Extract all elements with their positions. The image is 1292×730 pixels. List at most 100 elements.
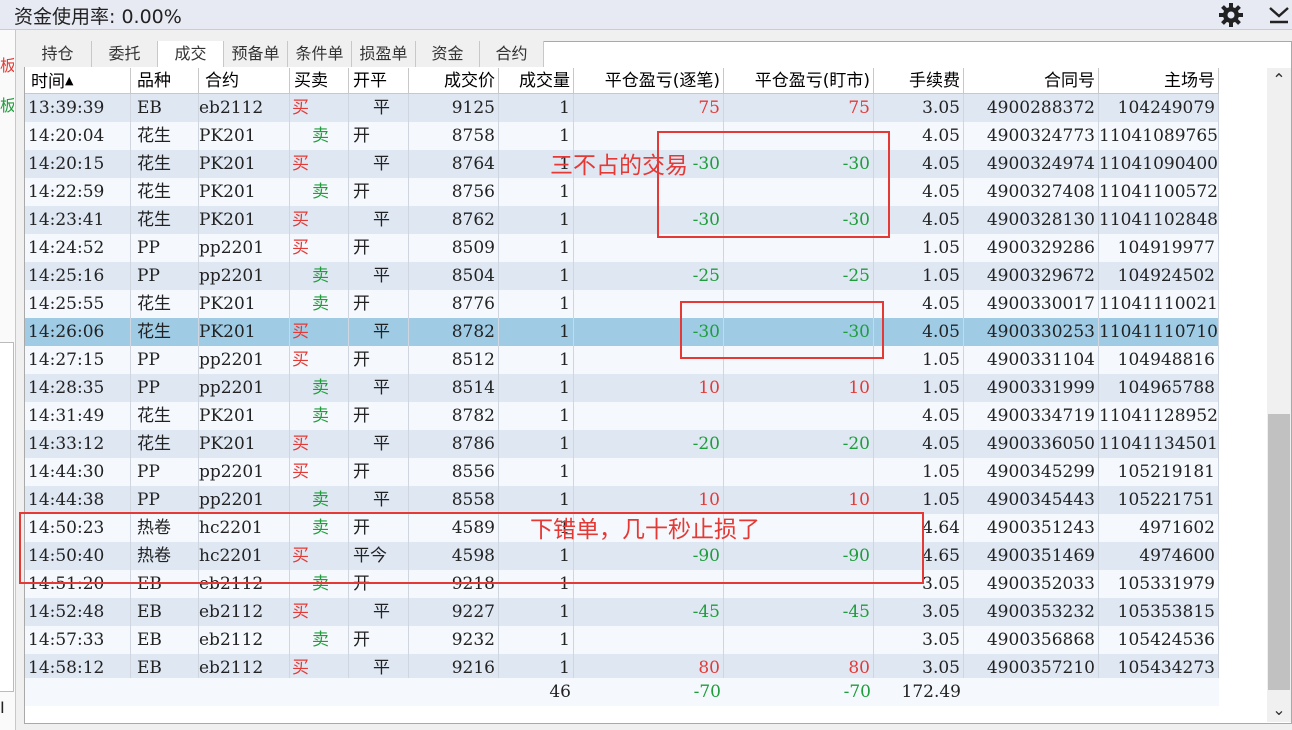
left-mark-1: 板 xyxy=(0,56,14,75)
cell-side: 买 xyxy=(290,234,349,262)
cell-product: EB xyxy=(131,626,199,654)
cell-openclose: 开 xyxy=(349,122,409,150)
cell-qty: 1 xyxy=(499,262,574,290)
cell-openclose: 开 xyxy=(349,234,409,262)
cell-time: 14:22:59 xyxy=(25,178,131,206)
table-row[interactable]: 14:44:30 PP pp2201 买开 8556 1 1.05 4900345299 105… xyxy=(25,458,1219,486)
cell-qty: 1 xyxy=(499,346,574,374)
table-row[interactable]: 13:39:39 EB eb2112 买平 9125 1 75 75 3.05 490028837… xyxy=(25,94,1219,122)
cell-contract-no: 4900351243 xyxy=(964,514,1099,542)
cell-price: 9125 xyxy=(409,94,499,122)
cell-contract: eb2112 xyxy=(199,598,290,626)
cell-price: 8504 xyxy=(409,262,499,290)
left-mark-3: I xyxy=(0,698,5,717)
col-price[interactable]: 成交价 xyxy=(409,68,499,94)
chevron-down-icon[interactable] xyxy=(1266,1,1292,27)
cell-contract: PK201 xyxy=(199,402,290,430)
cell-pnl-trade xyxy=(574,402,724,430)
col-fee[interactable]: 手续费 xyxy=(874,68,964,94)
cell-time: 14:20:15 xyxy=(25,150,131,178)
cell-side: 买 xyxy=(290,458,349,486)
gear-icon[interactable] xyxy=(1218,2,1244,28)
col-openclose[interactable]: 开平 xyxy=(349,68,409,94)
cell-contract: PK201 xyxy=(199,178,290,206)
cell-contract: pp2201 xyxy=(199,486,290,514)
tab-fills[interactable]: 成交 xyxy=(158,41,224,67)
col-side[interactable]: 买卖 xyxy=(290,68,349,94)
table-row[interactable]: 14:25:16 PP pp2201 卖平 8504 1 -25 -25 1.05 4900329… xyxy=(25,262,1219,290)
cell-side: 买 xyxy=(290,318,349,346)
vertical-scrollbar[interactable]: ⌃ ⌄ xyxy=(1267,68,1291,722)
tab-funds[interactable]: 资金 xyxy=(416,41,480,67)
cell-pnl-mtm xyxy=(724,234,874,262)
table-row[interactable]: 14:23:41 花生 PK201 买平 8762 1 -30 -30 4.05 49003281… xyxy=(25,206,1219,234)
chevron-up-icon[interactable]: ⌃ xyxy=(1267,68,1291,92)
cell-product: 花生 xyxy=(131,430,199,458)
cell-product: 花生 xyxy=(131,178,199,206)
cell-exchange-no: 105219181 xyxy=(1099,458,1219,486)
cell-qty: 1 xyxy=(499,374,574,402)
col-pnl-trade[interactable]: 平仓盈亏(逐笔) xyxy=(574,68,724,94)
tab-conditional[interactable]: 条件单 xyxy=(288,41,352,67)
table-row[interactable]: 14:57:33 EB eb2112 卖开 9232 1 3.05 4900356868 105… xyxy=(25,626,1219,654)
cell-contract-no: 4900331104 xyxy=(964,346,1099,374)
cell-openclose: 平 xyxy=(349,430,409,458)
table-row[interactable]: 14:33:12 花生 PK201 买平 8786 1 -20 -20 4.05 49003360… xyxy=(25,430,1219,458)
table-row[interactable]: 14:26:06 花生 PK201 买平 8782 1 -30 -30 4.05 49003302… xyxy=(25,318,1219,346)
cell-contract: PK201 xyxy=(199,122,290,150)
tab-positions[interactable]: 持仓 xyxy=(24,41,92,67)
annotation-note-2: 下错单，几十秒止损了 xyxy=(530,517,760,543)
cell-contract-no: 4900330017 xyxy=(964,290,1099,318)
table-row[interactable]: 14:22:59 花生 PK201 卖开 8756 1 4.05 4900327408 1104… xyxy=(25,178,1219,206)
cell-fee: 1.05 xyxy=(874,374,964,402)
table-row[interactable]: 14:27:15 PP pp2201 买开 8512 1 1.05 4900331104 104… xyxy=(25,346,1219,374)
col-qty[interactable]: 成交量 xyxy=(499,68,574,94)
cell-pnl-mtm: -20 xyxy=(724,430,874,458)
cell-contract-no: 4900334719 xyxy=(964,402,1099,430)
chevron-down-icon[interactable]: ⌄ xyxy=(1267,698,1291,722)
table-row[interactable]: 14:52:48 EB eb2112 买平 9227 1 -45 -45 3.05 4900353… xyxy=(25,598,1219,626)
cell-price: 8764 xyxy=(409,150,499,178)
cell-side: 卖 xyxy=(290,262,349,290)
cell-pnl-trade xyxy=(574,458,724,486)
cell-openclose: 平 xyxy=(349,486,409,514)
col-contract-no[interactable]: 合同号 xyxy=(964,68,1099,94)
scrollbar-thumb[interactable] xyxy=(1268,414,1290,690)
cell-contract: pp2201 xyxy=(199,374,290,402)
cell-pnl-mtm: -25 xyxy=(724,262,874,290)
table-row[interactable]: 14:25:55 花生 PK201 卖开 8776 1 4.05 4900330017 1104… xyxy=(25,290,1219,318)
table-row[interactable]: 14:31:49 花生 PK201 卖开 8782 1 4.05 4900334719 1104… xyxy=(25,402,1219,430)
cell-openclose: 平 xyxy=(349,374,409,402)
cell-time: 14:25:16 xyxy=(25,262,131,290)
table-row[interactable]: 14:28:35 PP pp2201 卖平 8514 1 10 10 1.05 490033199… xyxy=(25,374,1219,402)
cell-exchange-no: 104919977 xyxy=(1099,234,1219,262)
cell-contract-no: 4900356868 xyxy=(964,626,1099,654)
cell-fee: 3.05 xyxy=(874,94,964,122)
cell-time: 14:26:06 xyxy=(25,318,131,346)
col-time[interactable]: 时间▲ xyxy=(25,68,131,94)
cell-openclose: 开 xyxy=(349,402,409,430)
col-pnl-mtm[interactable]: 平仓盈亏(盯市) xyxy=(724,68,874,94)
table-header: 时间▲ 品种 合约 买卖 开平 成交价 成交量 平仓盈亏(逐笔) 平仓盈亏(盯市… xyxy=(25,68,1219,94)
table-row[interactable]: 14:24:52 PP pp2201 买开 8509 1 1.05 4900329286 104… xyxy=(25,234,1219,262)
tab-stop-profit[interactable]: 损盈单 xyxy=(352,41,416,67)
cell-fee: 3.05 xyxy=(874,598,964,626)
cell-fee: 1.05 xyxy=(874,458,964,486)
cell-contract-no: 4900328130 xyxy=(964,206,1099,234)
tab-preorders[interactable]: 预备单 xyxy=(224,41,288,67)
cell-openclose: 平 xyxy=(349,206,409,234)
cell-pnl-mtm: 10 xyxy=(724,374,874,402)
col-exchange-no[interactable]: 主场号 xyxy=(1099,68,1219,94)
cell-product: 花生 xyxy=(131,122,199,150)
cell-side: 买 xyxy=(290,206,349,234)
annotation-box-2 xyxy=(680,301,884,359)
col-product[interactable]: 品种 xyxy=(131,68,199,94)
col-contract[interactable]: 合约 xyxy=(199,68,290,94)
cell-qty: 1 xyxy=(499,206,574,234)
tab-contracts[interactable]: 合约 xyxy=(480,41,544,67)
cell-exchange-no: 110411005724 xyxy=(1099,178,1219,206)
cell-openclose: 开 xyxy=(349,626,409,654)
tab-orders[interactable]: 委托 xyxy=(92,41,158,67)
cell-pnl-trade: -20 xyxy=(574,430,724,458)
cell-product: EB xyxy=(131,598,199,626)
